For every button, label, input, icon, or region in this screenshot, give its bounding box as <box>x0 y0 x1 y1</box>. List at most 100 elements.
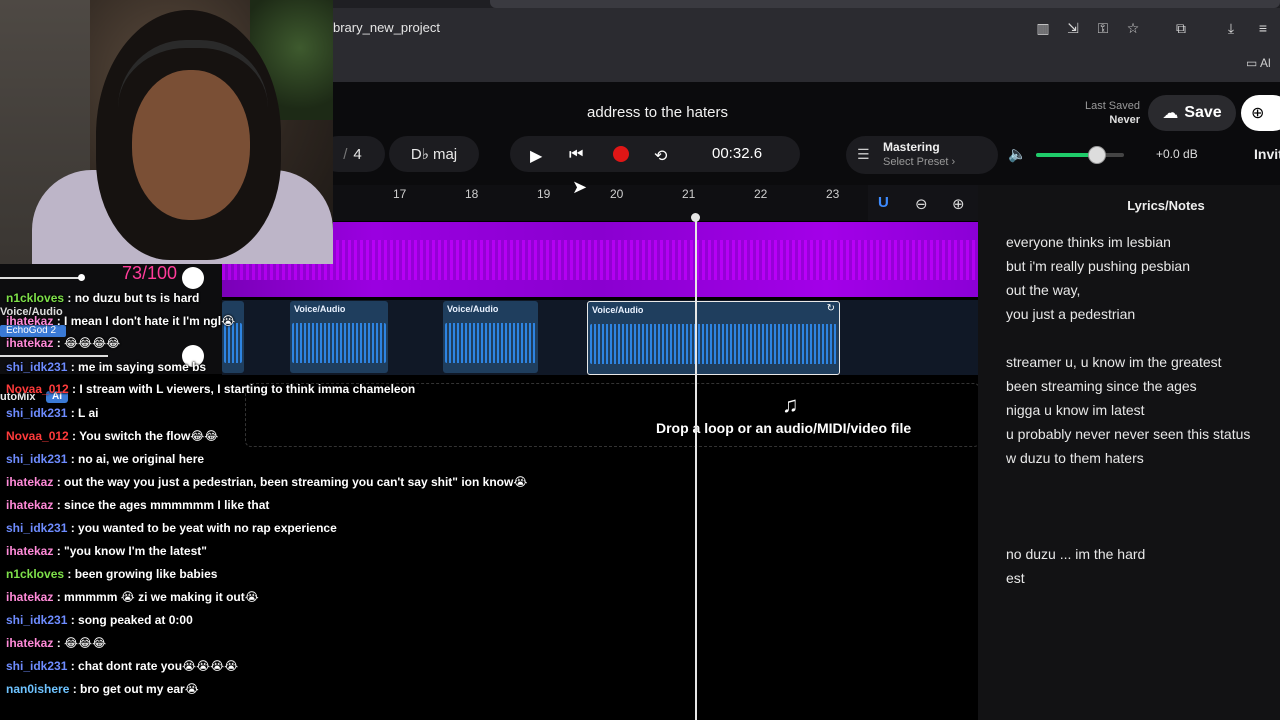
lyric-line[interactable]: est <box>1006 570 1025 586</box>
lyric-line[interactable]: but i'm really pushing pesbian <box>1006 258 1190 274</box>
chat-message: ihatekaz : out the way you just a pedest… <box>6 475 527 489</box>
lyric-line[interactable]: u probably never never seen this status <box>1006 426 1250 442</box>
chat-text: : mmmmm 😭 zi we making it out😭 <box>53 590 259 604</box>
timeline-ruler[interactable] <box>333 185 868 221</box>
skip-back-icon[interactable]: ⏮ <box>569 146 583 164</box>
address-bar-url[interactable]: brary_new_project <box>333 20 440 35</box>
chat-username[interactable]: ihatekaz <box>6 498 53 512</box>
chat-text: : out the way you just a pedestrian, bee… <box>53 475 528 489</box>
chat-text: : bro get out my ear😭 <box>69 682 199 696</box>
chat-username[interactable]: ihatekaz <box>6 475 53 489</box>
lyrics-title: Lyrics/Notes <box>1127 198 1205 213</box>
chat-username[interactable]: nan0ishere <box>6 682 69 696</box>
clip-loop-icon[interactable]: ↻ <box>827 303 835 314</box>
chat-username[interactable]: n1ckloves <box>6 291 64 305</box>
star-icon[interactable]: ☆ <box>1124 20 1142 37</box>
track-volume-knob[interactable] <box>182 267 204 289</box>
chat-text: : since the ages mmmmmm I like that <box>53 498 270 512</box>
active-tab[interactable] <box>490 0 1280 8</box>
snap-magnet-icon[interactable]: U <box>878 194 889 211</box>
zoom-out-icon[interactable]: ⊖ <box>915 195 928 213</box>
chat-message: shi_idk231 : me im saying some bs <box>6 360 206 374</box>
chat-username[interactable]: ihatekaz <box>6 314 53 328</box>
chat-username[interactable]: Novaa_012 <box>6 382 69 396</box>
key-icon[interactable]: ⚿ <box>1094 20 1112 37</box>
chat-username[interactable]: shi_idk231 <box>6 360 67 374</box>
lyric-line[interactable]: nigga u know im latest <box>1006 402 1145 418</box>
speaker-icon[interactable]: 🔈 <box>1008 145 1027 163</box>
ruler-tick: 23 <box>826 187 840 201</box>
record-button[interactable] <box>613 146 629 162</box>
clip-label: Voice/Audio <box>294 304 346 314</box>
music-note-icon: ♫ <box>782 392 799 417</box>
lyric-line[interactable]: out the way, <box>1006 282 1080 298</box>
globe-icon: ⊕ <box>1251 105 1265 122</box>
clip-label: Voice/Audio <box>592 305 644 315</box>
chat-message: shi_idk231 : L ai <box>6 406 99 420</box>
key-selector[interactable]: D♭ maj <box>389 136 479 172</box>
lyric-line[interactable]: no duzu ... im the hard <box>1006 546 1145 562</box>
chat-username[interactable]: shi_idk231 <box>6 613 67 627</box>
volume-readout: 73/100 <box>122 263 178 283</box>
audio-clip[interactable]: Voice/Audio <box>443 301 538 373</box>
chat-message: n1ckloves : been growing like babies <box>6 567 217 581</box>
audio-clip[interactable] <box>222 301 244 373</box>
chat-username[interactable]: ihatekaz <box>6 636 53 650</box>
download-icon[interactable]: ⤓ <box>1222 20 1240 37</box>
chat-username[interactable]: Novaa_012 <box>6 429 69 443</box>
extensions-icon[interactable]: ⧉ <box>1172 20 1190 37</box>
chat-username[interactable]: shi_idk231 <box>6 521 67 535</box>
zoom-in-icon[interactable]: ⊕ <box>952 195 965 213</box>
chat-username[interactable]: shi_idk231 <box>6 452 67 466</box>
volume-slider-handle[interactable] <box>78 274 85 281</box>
track-volume-slider[interactable] <box>0 355 108 357</box>
queue-icon[interactable]: ≡ <box>1254 20 1272 36</box>
play-icon[interactable]: ▶ <box>530 146 542 165</box>
volume-db-readout: +0.0 dB <box>1156 147 1198 161</box>
playhead[interactable] <box>695 215 697 720</box>
bars-value: 4 <box>353 145 362 163</box>
bookmark-folder[interactable]: ▭ Al <box>1246 56 1271 70</box>
chat-text: : been growing like babies <box>64 567 218 581</box>
lyric-line[interactable]: been streaming since the ages <box>1006 378 1197 394</box>
volume-slider-track[interactable] <box>0 277 82 279</box>
ruler-tick: 17 <box>393 187 407 201</box>
chat-text: : 😂😂😂😂 <box>53 336 121 350</box>
chat-text: : you wanted to be yeat with no rap expe… <box>67 521 337 535</box>
chat-text: : song peaked at 0:00 <box>67 613 193 627</box>
lyric-line[interactable]: everyone thinks im lesbian <box>1006 234 1171 250</box>
chat-username[interactable]: n1ckloves <box>6 567 64 581</box>
share-button[interactable]: ⊕ <box>1241 95 1280 131</box>
chat-message: ihatekaz : 😂😂😂 <box>6 636 106 650</box>
last-saved-label: Last Saved <box>1084 100 1140 112</box>
install-app-icon[interactable]: ⇲ <box>1064 20 1082 37</box>
browser-toolbar <box>333 0 1280 82</box>
lyric-line[interactable]: w duzu to them haters <box>1006 450 1144 466</box>
selected-audio-clip[interactable]: Voice/Audio ↻ <box>587 301 840 375</box>
chat-username[interactable]: ihatekaz <box>6 544 53 558</box>
chat-message: Novaa_012 : You switch the flow😂😂 <box>6 429 218 443</box>
ruler-tick: 21 <box>682 187 696 201</box>
loop-icon[interactable]: ⟲ <box>654 146 667 165</box>
chat-username[interactable]: ihatekaz <box>6 336 53 350</box>
chat-text: : I mean I don't hate it I'm ngl😭 <box>53 314 236 328</box>
ruler-tick: 20 <box>610 187 624 201</box>
clip-waveform <box>224 323 242 363</box>
sidebar-icon[interactable]: ▥ <box>1034 20 1052 37</box>
chat-username[interactable]: ihatekaz <box>6 590 53 604</box>
lyric-line[interactable]: streamer u, u know im the greatest <box>1006 354 1222 370</box>
bars-prefix: / <box>343 145 348 163</box>
chat-username[interactable]: shi_idk231 <box>6 659 67 673</box>
chat-username[interactable]: shi_idk231 <box>6 406 67 420</box>
master-volume-knob[interactable] <box>1088 146 1106 164</box>
ruler-tick: 18 <box>465 187 479 201</box>
audio-clip[interactable]: Voice/Audio <box>290 301 388 373</box>
invite-button[interactable]: Invit <box>1254 146 1280 162</box>
lyric-line[interactable]: you just a pedestrian <box>1006 306 1135 322</box>
chat-message: shi_idk231 : no ai, we original here <box>6 452 204 466</box>
chat-message: shi_idk231 : song peaked at 0:00 <box>6 613 193 627</box>
project-title[interactable]: address to the haters <box>560 104 755 121</box>
save-button[interactable]: ☁ Save <box>1148 95 1236 131</box>
playhead-handle[interactable] <box>691 213 700 222</box>
chat-message: ihatekaz : since the ages mmmmmm I like … <box>6 498 269 512</box>
